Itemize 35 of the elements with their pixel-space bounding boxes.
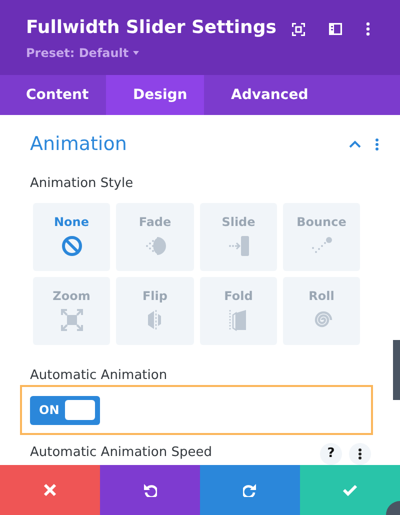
field-label: Animation Style	[30, 175, 134, 193]
section-title[interactable]: Animation	[30, 130, 349, 158]
field-label: Automatic Animation Speed	[30, 444, 213, 462]
zoom-icon	[60, 308, 82, 330]
help-button[interactable]: ?	[320, 443, 342, 465]
animation-option[interactable]: Fold	[200, 276, 277, 344]
scrollbar[interactable]	[393, 340, 400, 400]
caret-icon[interactable]	[132, 51, 139, 55]
more-button[interactable]	[349, 443, 371, 465]
check-icon	[343, 483, 357, 497]
more-icon	[358, 448, 362, 460]
animation-option[interactable]: Bounce	[283, 202, 360, 270]
preset-label[interactable]: Preset: Default	[26, 44, 129, 62]
chevron-icon[interactable]	[349, 140, 361, 148]
focus-icon[interactable]	[292, 22, 305, 36]
save-button[interactable]	[300, 465, 400, 515]
fade-icon	[144, 234, 166, 256]
tab[interactable]: Design	[106, 75, 204, 115]
toggle-switch[interactable]: ON	[30, 396, 100, 424]
animation-option[interactable]: Slide	[200, 202, 277, 270]
more-icon[interactable]	[375, 138, 379, 150]
panel-title: Fullwidth Slider Settings	[26, 16, 278, 40]
undo-icon	[143, 483, 157, 497]
animation-option[interactable]: None	[33, 202, 110, 270]
field-label: Automatic Animation	[30, 366, 168, 384]
cancel-icon	[43, 483, 57, 497]
none-icon	[60, 234, 82, 256]
slide-icon	[228, 234, 250, 256]
animation-option[interactable]: Zoom	[33, 276, 110, 344]
animation-option[interactable]: Fade	[116, 202, 194, 270]
sidebar-icon[interactable]	[329, 23, 342, 35]
animation-option[interactable]: Roll	[283, 276, 360, 344]
redo-icon	[243, 483, 257, 497]
animation-option[interactable]: Flip	[116, 276, 194, 344]
more-icon[interactable]	[366, 22, 370, 36]
